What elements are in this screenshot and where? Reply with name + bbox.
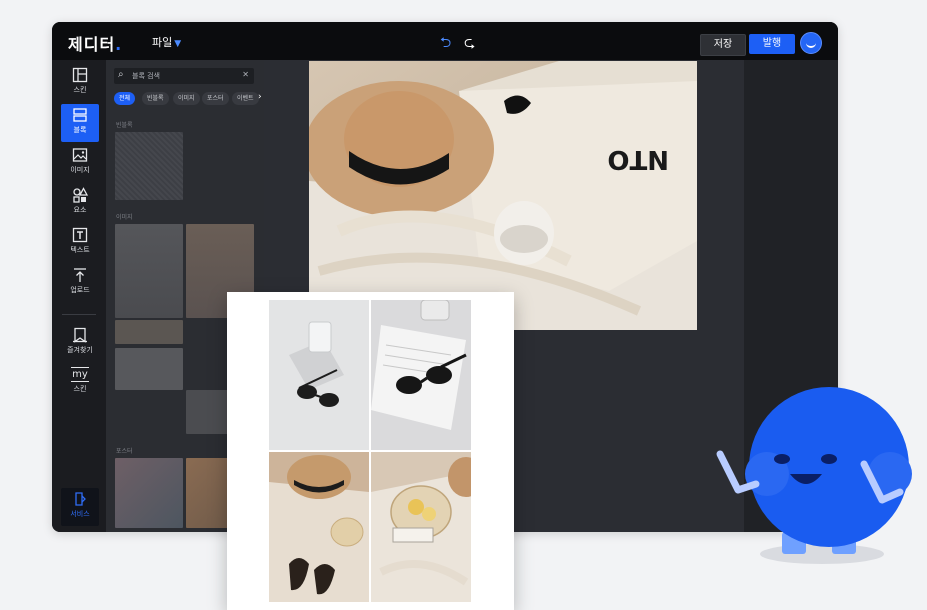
image-block-thumb[interactable] bbox=[115, 224, 183, 318]
publish-button[interactable]: 발행 bbox=[749, 34, 795, 54]
rail-label: 스킨 bbox=[73, 385, 87, 393]
rail-item-upload[interactable]: 업로드 bbox=[61, 264, 99, 302]
rail-label: 즐겨찾기 bbox=[67, 346, 93, 354]
chip-blank[interactable]: 빈블록 bbox=[142, 92, 169, 105]
logo-text: 제디터 bbox=[68, 35, 116, 54]
chip-poster[interactable]: 포스터 bbox=[202, 92, 229, 105]
rail-item-service[interactable]: 서비스 bbox=[61, 488, 99, 526]
mascot-image bbox=[716, 387, 912, 564]
canvas-photo[interactable]: NTO bbox=[309, 61, 697, 330]
net-bag-image bbox=[371, 452, 471, 602]
rail-divider bbox=[62, 314, 96, 315]
search-box: ⌕ ✕ bbox=[114, 68, 254, 84]
section-label-blank: 빈블록 bbox=[116, 122, 133, 129]
layout-icon bbox=[72, 67, 88, 83]
chip-all[interactable]: 전체 bbox=[114, 92, 136, 105]
rail-label: 텍스트 bbox=[70, 246, 90, 254]
block-icon bbox=[73, 108, 87, 122]
file-menu[interactable]: 파일 ▼ bbox=[152, 34, 181, 50]
undo-icon[interactable]: ⮌ bbox=[440, 32, 451, 56]
filter-chips: 전체 빈블록 이미지 포스터 이벤트 › bbox=[114, 92, 264, 106]
rail-item-block[interactable]: 블록 bbox=[61, 104, 99, 142]
rail-label: 스킨 bbox=[73, 86, 87, 94]
upload-icon bbox=[74, 268, 86, 282]
chip-image[interactable]: 이미지 bbox=[173, 92, 200, 105]
section-label-image: 이미지 bbox=[116, 214, 133, 221]
collage-photo-glass bbox=[269, 300, 369, 450]
rail-label: 이미지 bbox=[70, 166, 90, 174]
chip-event[interactable]: 이벤트 bbox=[232, 92, 259, 105]
rail-item-skin[interactable]: 스킨 bbox=[61, 64, 99, 102]
service-icon bbox=[75, 492, 86, 506]
chevron-right-icon[interactable]: › bbox=[258, 92, 262, 102]
collage-photo-beach-hat bbox=[269, 452, 369, 602]
collage-photo-sunglasses bbox=[371, 300, 471, 450]
rail-item-bookmark[interactable]: 즐겨찾기 bbox=[61, 324, 99, 362]
left-rail: 스킨 블록 이미지 요소 텍스트 업로드 즐겨찾기 my 스킨 서비스 bbox=[52, 60, 106, 532]
rail-item-my-skin[interactable]: my 스킨 bbox=[61, 364, 99, 402]
hat-sandals-image bbox=[269, 452, 369, 602]
avatar[interactable] bbox=[800, 32, 822, 54]
my-skin-icon: my bbox=[71, 367, 89, 382]
rail-label: 서비스 bbox=[70, 510, 90, 518]
chevron-down-icon: ▼ bbox=[174, 39, 182, 49]
app-logo[interactable]: 제디터. bbox=[68, 31, 122, 55]
image-block-thumb[interactable] bbox=[115, 320, 183, 344]
book-sunglasses-image bbox=[371, 300, 471, 450]
redo-icon[interactable]: ⮎ bbox=[464, 32, 475, 56]
top-bar: 제디터. 파일 ▼ ⮌ ⮎ 저장 발행 bbox=[52, 22, 838, 60]
rail-label: 요소 bbox=[73, 206, 87, 214]
rail-item-elements[interactable]: 요소 bbox=[61, 184, 99, 222]
text-icon bbox=[72, 227, 88, 243]
rail-label: 업로드 bbox=[70, 286, 90, 294]
clear-icon[interactable]: ✕ bbox=[242, 70, 249, 79]
poster-block-thumb[interactable] bbox=[115, 458, 183, 528]
svg-text:NTO: NTO bbox=[607, 144, 669, 174]
file-menu-label: 파일 bbox=[152, 36, 173, 49]
rail-item-text[interactable]: 텍스트 bbox=[61, 224, 99, 262]
rail-item-image[interactable]: 이미지 bbox=[61, 144, 99, 182]
section-label-poster: 포스터 bbox=[116, 448, 133, 455]
save-button[interactable]: 저장 bbox=[700, 34, 746, 56]
image-icon bbox=[72, 148, 88, 162]
search-icon: ⌕ bbox=[118, 69, 124, 80]
glass-sunglasses-image bbox=[269, 300, 369, 450]
beach-still-life-image: NTO bbox=[309, 61, 697, 330]
shapes-icon bbox=[73, 187, 88, 203]
rail-label: 블록 bbox=[73, 126, 87, 134]
search-input[interactable] bbox=[130, 69, 234, 83]
image-block-thumb[interactable] bbox=[115, 348, 183, 390]
collage-preview-card[interactable] bbox=[227, 292, 514, 610]
blank-block-thumb[interactable] bbox=[115, 132, 183, 200]
collage-photo-net-bag bbox=[371, 452, 471, 602]
bookmark-icon bbox=[73, 327, 87, 343]
mascot-character bbox=[712, 382, 912, 572]
